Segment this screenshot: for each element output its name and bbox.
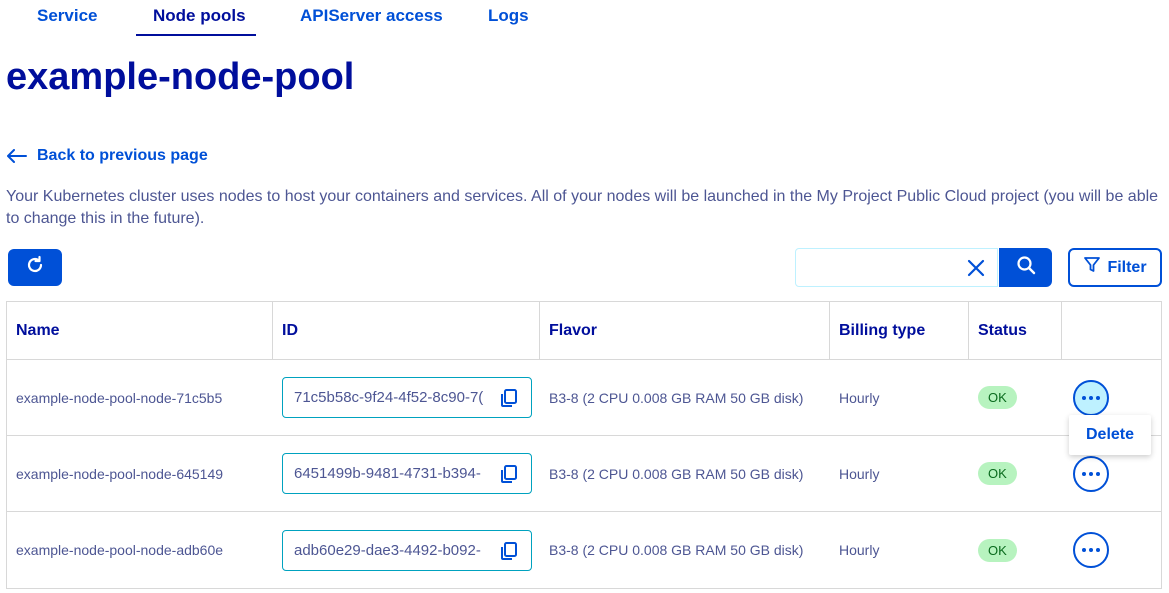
table-row: example-node-pool-node-71c5b5 71c5b58c-9… (7, 360, 1161, 436)
tab-node-pools[interactable]: Node pools (153, 6, 246, 26)
status-badge: OK (978, 462, 1017, 485)
close-icon[interactable] (967, 259, 985, 277)
header-name[interactable]: Name (7, 302, 273, 359)
node-billing-type: Hourly (839, 389, 880, 406)
page-title: example-node-pool (6, 56, 355, 98)
refresh-button[interactable] (8, 249, 62, 286)
node-name: example-node-pool-node-adb60e (16, 542, 224, 558)
copy-icon[interactable] (499, 464, 519, 484)
search-field (795, 248, 998, 287)
refresh-icon (25, 255, 45, 280)
node-table: Name ID Flavor Billing type Status examp… (6, 301, 1162, 589)
row-actions-button[interactable] (1073, 379, 1109, 416)
table-row: example-node-pool-node-adb60e adb60e29-d… (7, 512, 1161, 588)
arrow-left-icon (7, 149, 27, 163)
more-dot (1096, 548, 1100, 552)
filter-icon (1083, 256, 1101, 279)
header-billing-type[interactable]: Billing type (830, 302, 969, 359)
more-dot (1096, 395, 1100, 400)
more-dot (1082, 471, 1086, 476)
header-status[interactable]: Status (969, 302, 1062, 359)
tab-logs[interactable]: Logs (488, 6, 529, 26)
more-dot (1089, 548, 1093, 552)
more-dot (1096, 471, 1100, 476)
search-input[interactable] (796, 249, 956, 286)
node-id: 71c5b58c-9f24-4f52-8c90-7( (294, 389, 484, 406)
header-actions (1062, 302, 1161, 359)
node-billing-type: Hourly (839, 465, 880, 482)
node-id: 6451499b-9481-4731-b394- (294, 465, 481, 482)
status-badge: OK (978, 386, 1017, 409)
more-dot (1082, 395, 1086, 400)
table-row: example-node-pool-node-645149 6451499b-9… (7, 436, 1161, 512)
tab-bar: Service Node pools APIServer access Logs (0, 0, 600, 38)
node-id-field[interactable]: 6451499b-9481-4731-b394- (282, 453, 532, 494)
active-tab-indicator (136, 34, 256, 36)
tab-apiserver-access[interactable]: APIServer access (300, 6, 443, 26)
copy-icon[interactable] (499, 541, 519, 561)
filter-button[interactable]: Filter (1068, 248, 1162, 287)
back-link[interactable]: Back to previous page (7, 147, 208, 165)
row-actions-menu: Delete (1069, 415, 1151, 455)
page-description: Your Kubernetes cluster uses nodes to ho… (6, 188, 1159, 227)
node-name: example-node-pool-node-71c5b5 (16, 389, 223, 406)
node-flavor: B3-8 (2 CPU 0.008 GB RAM 50 GB disk) (549, 389, 804, 406)
header-id[interactable]: ID (273, 302, 540, 359)
node-flavor: B3-8 (2 CPU 0.008 GB RAM 50 GB disk) (549, 465, 804, 482)
node-id-field[interactable]: 71c5b58c-9f24-4f52-8c90-7( (282, 377, 532, 418)
node-billing-type: Hourly (839, 542, 880, 558)
node-id: adb60e29-dae3-4492-b092- (294, 541, 481, 559)
header-flavor[interactable]: Flavor (540, 302, 830, 359)
table-header-row: Name ID Flavor Billing type Status (7, 302, 1161, 360)
filter-button-label: Filter (1107, 258, 1147, 276)
search-button[interactable] (999, 248, 1052, 287)
node-flavor: B3-8 (2 CPU 0.008 GB RAM 50 GB disk) (549, 542, 804, 558)
status-badge: OK (978, 538, 1017, 562)
node-name: example-node-pool-node-645149 (16, 465, 224, 482)
search-icon (1016, 255, 1036, 280)
delete-menu-item[interactable]: Delete (1086, 426, 1134, 444)
back-link-label: Back to previous page (37, 147, 208, 164)
row-actions-button[interactable] (1073, 455, 1109, 492)
node-id-field[interactable]: adb60e29-dae3-4492-b092- (282, 529, 532, 571)
more-dot (1089, 471, 1093, 476)
more-dot (1089, 395, 1093, 400)
copy-icon[interactable] (499, 388, 519, 408)
more-dot (1082, 548, 1086, 552)
row-actions-button[interactable] (1073, 532, 1109, 568)
tab-service[interactable]: Service (37, 6, 98, 26)
